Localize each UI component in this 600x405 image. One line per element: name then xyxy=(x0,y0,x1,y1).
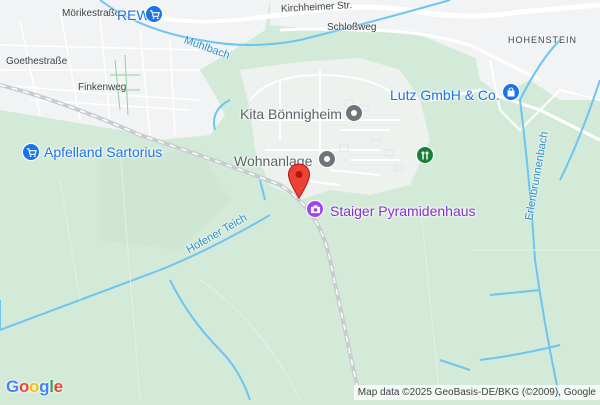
shopping-cart-icon-glyph xyxy=(149,9,160,19)
logo-letter-e: e xyxy=(53,377,63,396)
google-logo[interactable]: Google xyxy=(6,377,63,397)
shopping-cart-icon[interactable] xyxy=(145,5,163,23)
camera-icon[interactable] xyxy=(306,200,324,218)
map-attribution[interactable]: Map data ©2025 GeoBasis-DE/BKG (©2009), … xyxy=(353,385,600,400)
map-base-layer xyxy=(0,0,600,401)
shopping-cart-icon[interactable] xyxy=(22,143,40,161)
street-label-finkenweg: Finkenweg xyxy=(78,82,127,93)
place-dot-icon[interactable] xyxy=(345,104,363,122)
poi-label-kita[interactable]: Kita Bönnigheim xyxy=(240,106,342,122)
shopping-cart-icon-glyph xyxy=(26,147,37,157)
logo-letter-o1: o xyxy=(18,377,30,396)
street-label-schlossweg: Schloßweg xyxy=(327,22,377,33)
place-dot-icon[interactable] xyxy=(318,150,336,168)
camera-icon-glyph xyxy=(310,205,320,214)
location-marker-icon[interactable] xyxy=(287,163,311,199)
place-dot-icon-glyph xyxy=(351,110,357,116)
poi-label-apfelland[interactable]: Apfelland Sartorius xyxy=(44,144,162,160)
logo-letter-g2: g xyxy=(39,377,50,396)
park-icon-glyph xyxy=(421,151,429,160)
shopping-bag-icon-glyph xyxy=(507,87,515,97)
logo-letter-o2: o xyxy=(29,377,40,396)
shopping-bag-icon[interactable] xyxy=(502,83,520,101)
logo-letter-g: G xyxy=(6,377,19,396)
park-icon[interactable] xyxy=(416,146,434,164)
place-label-hohenstein: HOHENSTEIN xyxy=(508,35,578,45)
poi-label-lutz[interactable]: Lutz GmbH & Co. xyxy=(390,87,500,103)
street-label-goethestrasse: Goethestraße xyxy=(6,56,68,67)
place-dot-icon-glyph xyxy=(324,156,330,162)
poi-label-staiger[interactable]: Staiger Pyramidenhaus xyxy=(330,203,476,219)
street-label-moerikestrasse: Mörikestraße xyxy=(62,8,121,19)
map-canvas[interactable]: Mörikestraße Goethestraße Finkenweg Kirc… xyxy=(0,0,600,401)
